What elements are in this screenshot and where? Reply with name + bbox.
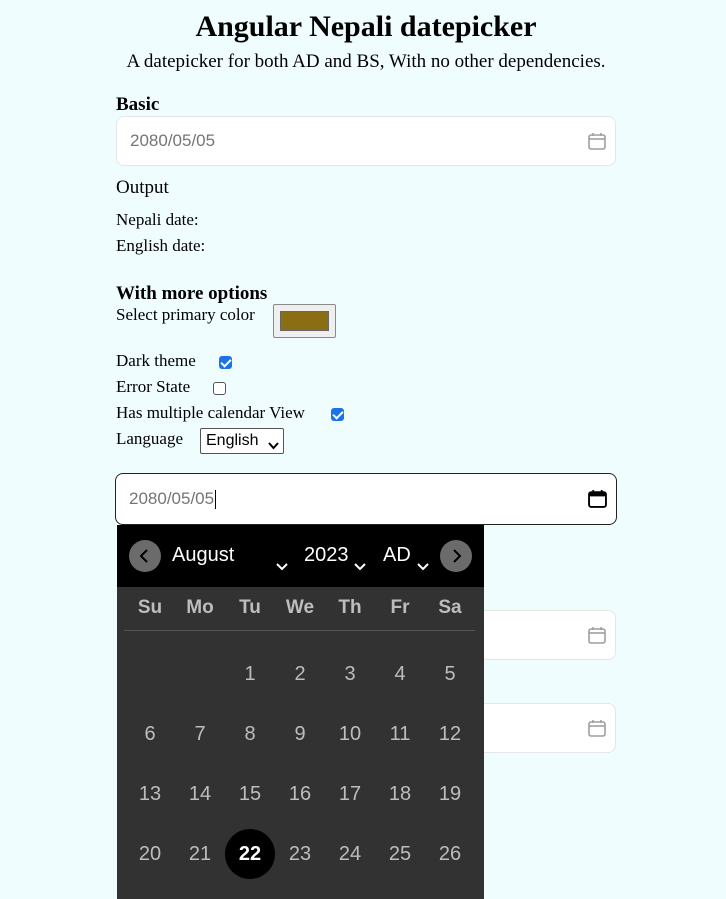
- datepicker-header: August 2023 AD: [117, 525, 484, 587]
- calendar-day[interactable]: 4: [375, 662, 425, 686]
- page-title: Angular Nepali datepicker: [195, 10, 537, 43]
- year-select-value: 2023: [304, 544, 349, 566]
- weekday-header: Su: [137, 597, 163, 618]
- next-month-button[interactable]: [440, 540, 472, 572]
- calendar-day[interactable]: 8: [225, 722, 275, 746]
- language-select[interactable]: English: [200, 428, 284, 454]
- calendar-day[interactable]: 21: [175, 842, 225, 866]
- multi-view-checkbox[interactable]: [331, 408, 344, 421]
- calendar-day[interactable]: 10: [325, 722, 375, 746]
- language-label: Language: [116, 429, 184, 448]
- options-heading: With more options: [116, 283, 268, 304]
- advanced-date-input[interactable]: 2080/05/05: [115, 473, 617, 525]
- chevron-down-icon: [354, 552, 366, 578]
- calendar-day[interactable]: 5: [425, 662, 475, 686]
- chevron-down-icon: [417, 552, 429, 578]
- advanced-date-value: 2080/05/05: [129, 488, 217, 510]
- month-select[interactable]: August: [172, 542, 290, 571]
- error-state-checkbox[interactable]: [213, 382, 226, 395]
- nepali-date-label: Nepali date:: [116, 210, 199, 229]
- weekday-header: We: [285, 597, 315, 618]
- calendar-day[interactable]: 25: [375, 842, 425, 866]
- calendar-day[interactable]: 18: [375, 782, 425, 806]
- basic-heading: Basic: [116, 94, 160, 115]
- calendar-type-value: AD: [383, 544, 411, 566]
- language-select-value: English: [206, 432, 259, 449]
- calendar-day[interactable]: 16: [275, 782, 325, 806]
- calendar-day[interactable]: 2: [275, 662, 325, 686]
- chevron-down-icon: [268, 437, 279, 455]
- calendar-icon[interactable]: [588, 626, 606, 644]
- weekday-header: Th: [338, 597, 362, 618]
- calendar-icon[interactable]: [588, 489, 607, 508]
- datepicker-popup: August 2023 AD Su Mo Tu We Th Fr Sa 1 2 3 4 5 6 7 8 9 10…: [117, 525, 484, 899]
- hidden-date-input-1[interactable]: [470, 610, 616, 660]
- calendar-day[interactable]: 9: [275, 722, 325, 746]
- calendar-day[interactable]: 1: [225, 662, 275, 686]
- primary-color-label: Select primary color: [116, 305, 255, 324]
- chevron-down-icon: [276, 552, 288, 578]
- chevron-left-icon: [139, 549, 148, 563]
- primary-color-picker[interactable]: [273, 304, 336, 338]
- primary-color-swatch: [280, 311, 329, 331]
- weekday-header: Mo: [186, 597, 214, 618]
- year-select[interactable]: 2023: [304, 542, 368, 571]
- weekday-divider: [124, 630, 475, 631]
- english-date-label: English date:: [116, 236, 206, 255]
- error-state-label: Error State: [116, 377, 191, 396]
- calendar-day[interactable]: 24: [325, 842, 375, 866]
- calendar-day[interactable]: 12: [425, 722, 475, 746]
- multi-view-label: Has multiple calendar View: [116, 403, 305, 422]
- calendar-day[interactable]: 19: [425, 782, 475, 806]
- calendar-day-selected[interactable]: 22: [225, 842, 275, 866]
- output-heading: Output: [116, 177, 169, 198]
- calendar-icon[interactable]: [588, 719, 606, 737]
- weekday-header: Sa: [438, 597, 462, 618]
- calendar-day[interactable]: 7: [175, 722, 225, 746]
- calendar-day[interactable]: 14: [175, 782, 225, 806]
- weekday-header: Tu: [239, 597, 261, 618]
- basic-date-value: 2080/05/05: [130, 131, 216, 150]
- hidden-date-input-2[interactable]: [470, 703, 616, 753]
- month-select-value: August: [172, 544, 235, 566]
- calendar-day[interactable]: 13: [125, 782, 175, 806]
- calendar-day[interactable]: 6: [125, 722, 175, 746]
- prev-month-button[interactable]: [129, 540, 161, 572]
- basic-date-input[interactable]: 2080/05/05: [116, 116, 616, 166]
- chevron-right-icon: [453, 549, 462, 563]
- dark-theme-label: Dark theme: [116, 351, 196, 370]
- weekday-header: Fr: [390, 597, 410, 618]
- page-subtitle: A datepicker for both AD and BS, With no…: [126, 51, 606, 72]
- calendar-day[interactable]: 17: [325, 782, 375, 806]
- calendar-icon[interactable]: [588, 132, 606, 150]
- calendar-day[interactable]: 26: [425, 842, 475, 866]
- calendar-type-select[interactable]: AD: [383, 542, 431, 571]
- calendar-day[interactable]: 15: [225, 782, 275, 806]
- text-caret: [215, 490, 217, 510]
- calendar-day[interactable]: 3: [325, 662, 375, 686]
- dark-theme-checkbox[interactable]: [219, 356, 232, 369]
- calendar-day[interactable]: 23: [275, 842, 325, 866]
- calendar-day[interactable]: 11: [375, 722, 425, 746]
- calendar-day[interactable]: 20: [125, 842, 175, 866]
